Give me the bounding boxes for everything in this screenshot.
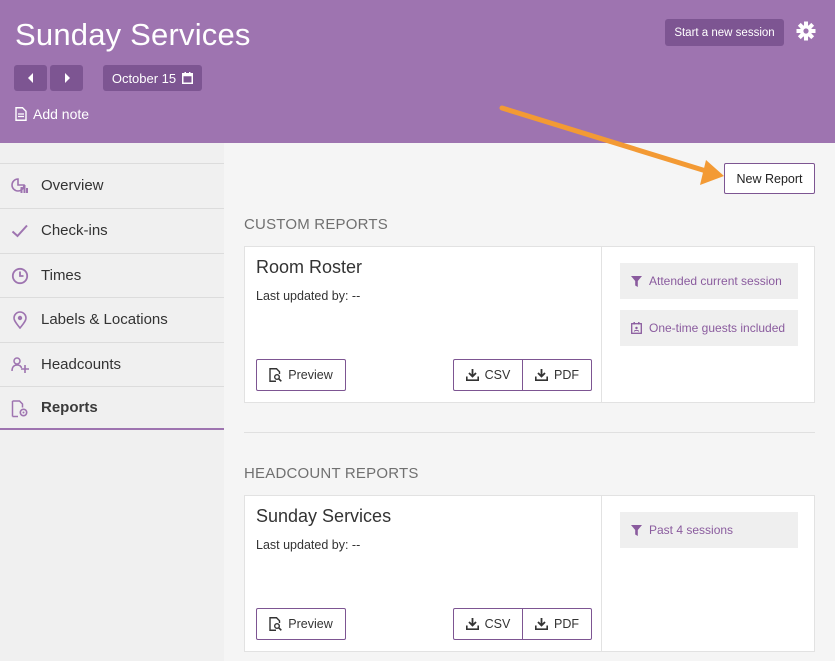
filter-tag: Attended current session [620, 263, 798, 299]
guest-tag: One-time guests included [620, 310, 798, 346]
custom-reports-heading: CUSTOM REPORTS [244, 216, 388, 233]
preview-button[interactable]: Preview [256, 608, 346, 640]
download-icon [465, 369, 479, 381]
report-card-sunday-services: Sunday Services Last updated by: -- Prev… [244, 495, 815, 652]
csv-download-button[interactable]: CSV [453, 608, 523, 640]
report-name: Room Roster [256, 257, 363, 277]
pdf-download-button[interactable]: PDF [522, 359, 592, 391]
pdf-download-button[interactable]: PDF [522, 608, 592, 640]
csv-label: CSV [484, 617, 511, 631]
report-card-body: Sunday Services Last updated by: -- Prev… [245, 496, 602, 651]
document-search-icon [269, 368, 283, 382]
headcount-reports-heading: HEADCOUNT REPORTS [244, 465, 419, 482]
pdf-label: PDF [554, 617, 579, 631]
filter-icon [631, 524, 642, 536]
report-last-updated: Last updated by: -- [256, 289, 361, 303]
csv-label: CSV [484, 368, 511, 382]
section-divider [244, 432, 815, 433]
preview-label: Preview [288, 368, 333, 382]
download-icon [535, 369, 548, 381]
preview-label: Preview [288, 617, 333, 631]
filter-tag-label: Attended current session [649, 274, 782, 288]
download-icon [465, 618, 479, 630]
guest-tag-label: One-time guests included [649, 321, 786, 335]
report-card-body: Room Roster Last updated by: -- Preview … [245, 247, 602, 402]
preview-button[interactable]: Preview [256, 359, 346, 391]
pdf-label: PDF [554, 368, 579, 382]
report-card-room-roster: Room Roster Last updated by: -- Preview … [244, 246, 815, 403]
report-name: Sunday Services [256, 506, 392, 526]
filter-tag: Past 4 sessions [620, 512, 798, 548]
filter-tag-label: Past 4 sessions [649, 523, 734, 537]
filter-icon [631, 275, 642, 287]
report-last-updated: Last updated by: -- [256, 538, 361, 552]
calendar-guest-icon [631, 322, 642, 334]
document-search-icon [269, 617, 283, 631]
csv-download-button[interactable]: CSV [453, 359, 523, 391]
download-icon [535, 618, 548, 630]
